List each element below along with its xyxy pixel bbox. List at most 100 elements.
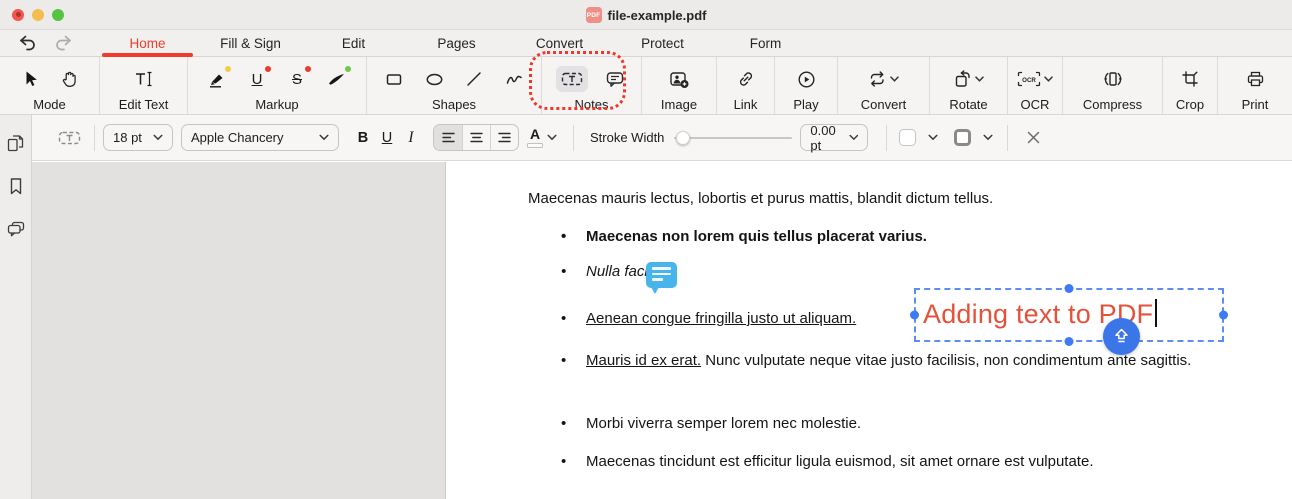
underline-markup-button[interactable]: U: [244, 66, 270, 92]
text-align-group: [433, 124, 519, 151]
convert-chevron-icon: [890, 76, 899, 82]
crop-button[interactable]: [1177, 66, 1203, 92]
rectangle-icon: [385, 70, 403, 88]
select-mode-button[interactable]: [17, 66, 43, 92]
text-style-button[interactable]: [1103, 318, 1140, 355]
italic-button[interactable]: I: [399, 125, 423, 151]
tab-form[interactable]: Form: [714, 30, 817, 57]
text-box-icon: [561, 70, 583, 88]
print-button[interactable]: [1242, 66, 1268, 92]
align-right-button[interactable]: [490, 125, 518, 150]
stroke-width-dropdown[interactable]: 0.00 pt: [800, 124, 868, 151]
group-label-convert: Convert: [861, 97, 907, 112]
page-thumbnails-button[interactable]: [6, 133, 26, 153]
tab-home[interactable]: Home: [96, 30, 199, 57]
left-sidebar: [0, 115, 32, 499]
pdf-page[interactable]: Maecenas mauris lectus, lobortis et puru…: [445, 162, 1292, 499]
rectangle-shape-button[interactable]: [381, 66, 407, 92]
window-title: file-example.pdf: [608, 8, 707, 23]
font-color-swatch-bar: [527, 143, 543, 148]
fill-color-chevron-icon[interactable]: [928, 134, 938, 141]
play-circle-icon: [797, 70, 816, 89]
pen-markup-button[interactable]: [324, 66, 350, 92]
toolbar-group-ocr: OCR OCR: [1008, 57, 1063, 114]
bold-button[interactable]: B: [351, 125, 375, 151]
compress-icon: [1103, 70, 1123, 88]
bookmarks-button[interactable]: [6, 176, 26, 196]
annotations-button[interactable]: [6, 219, 26, 239]
text-box-small-icon: [58, 129, 81, 147]
ocr-button[interactable]: OCR: [1016, 66, 1054, 92]
freehand-shape-button[interactable]: [501, 66, 527, 92]
close-icon: [1027, 131, 1040, 144]
ellipse-icon: [425, 70, 444, 88]
undo-button[interactable]: [14, 32, 40, 54]
underline-button[interactable]: U: [375, 125, 399, 151]
tab-fill-and-sign[interactable]: Fill & Sign: [199, 30, 302, 57]
toolbar-group-play: Play: [775, 57, 838, 114]
toolbar-group-rotate: Rotate: [930, 57, 1008, 114]
group-label-notes: Notes: [575, 97, 609, 112]
text-box-tool-button[interactable]: [556, 66, 588, 92]
resize-handle-right[interactable]: [1219, 311, 1228, 320]
rotate-button[interactable]: [952, 66, 986, 92]
group-label-image: Image: [661, 97, 697, 112]
edit-text-button[interactable]: [131, 66, 157, 92]
line-shape-button[interactable]: [461, 66, 487, 92]
insert-image-button[interactable]: [666, 66, 692, 92]
redo-button[interactable]: [50, 32, 76, 54]
bookmark-icon: [8, 177, 24, 196]
note-annotation-icon[interactable]: [646, 262, 677, 288]
tab-protect[interactable]: Protect: [611, 30, 714, 57]
highlight-button[interactable]: [204, 66, 230, 92]
align-center-button[interactable]: [462, 125, 490, 150]
toolbar-group-convert: Convert: [838, 57, 930, 114]
resize-handle-left[interactable]: [910, 311, 919, 320]
toolbar-group-shapes: Shapes: [367, 57, 542, 114]
resize-handle-bottom[interactable]: [1065, 337, 1074, 346]
slider-handle[interactable]: [676, 131, 690, 145]
align-left-button[interactable]: [434, 125, 462, 150]
cursor-arrow-icon: [21, 70, 39, 88]
main-toolbar: Mode Edit Text U: [0, 57, 1292, 115]
align-center-icon: [470, 132, 483, 143]
tab-convert[interactable]: Convert: [508, 30, 611, 57]
strikethrough-markup-button[interactable]: S: [284, 66, 310, 92]
stroke-width-slider[interactable]: [674, 131, 792, 145]
border-color-chevron-icon[interactable]: [983, 134, 993, 141]
font-family-dropdown[interactable]: Apple Chancery: [181, 124, 339, 151]
marker-pen-icon: [327, 71, 347, 87]
convert-button[interactable]: [867, 66, 901, 92]
ellipse-shape-button[interactable]: [421, 66, 447, 92]
border-color-swatch[interactable]: [954, 129, 971, 146]
note-line: [652, 273, 671, 276]
bullet-item: Mauris id ex erat. Nunc vulputate neque …: [586, 350, 1246, 373]
scribble-icon: [505, 70, 524, 88]
close-format-bar-button[interactable]: [1022, 127, 1044, 149]
group-label-print: Print: [1242, 97, 1269, 112]
insert-link-button[interactable]: [733, 66, 759, 92]
text-annotation-box[interactable]: Adding text to PDF: [914, 288, 1224, 342]
hand-icon: [61, 70, 78, 88]
compress-button[interactable]: [1100, 66, 1126, 92]
underline-glyph: U: [252, 71, 263, 88]
highlight-color-dot: [225, 66, 231, 72]
comment-tool-button[interactable]: [602, 66, 628, 92]
toolbar-group-compress: Compress: [1063, 57, 1163, 114]
tab-pages[interactable]: Pages: [405, 30, 508, 57]
group-label-compress: Compress: [1083, 97, 1142, 112]
fill-color-swatch[interactable]: [899, 129, 916, 146]
toolbar-group-edit-text: Edit Text: [100, 57, 188, 114]
hand-mode-button[interactable]: [57, 66, 83, 92]
toolbar-group-print: Print: [1218, 57, 1292, 114]
play-presentation-button[interactable]: [793, 66, 819, 92]
group-label-mode: Mode: [33, 97, 66, 112]
tab-edit[interactable]: Edit: [302, 30, 405, 57]
paragraph-intro: Maecenas mauris lectus, lobortis et puru…: [528, 190, 993, 207]
toolbar-group-link: Link: [717, 57, 775, 114]
document-viewport[interactable]: Maecenas mauris lectus, lobortis et puru…: [32, 162, 1292, 499]
font-size-dropdown[interactable]: 18 pt: [103, 124, 173, 151]
text-cursor: [1155, 299, 1157, 327]
resize-handle-top[interactable]: [1065, 284, 1074, 293]
font-color-button[interactable]: A: [527, 127, 557, 148]
